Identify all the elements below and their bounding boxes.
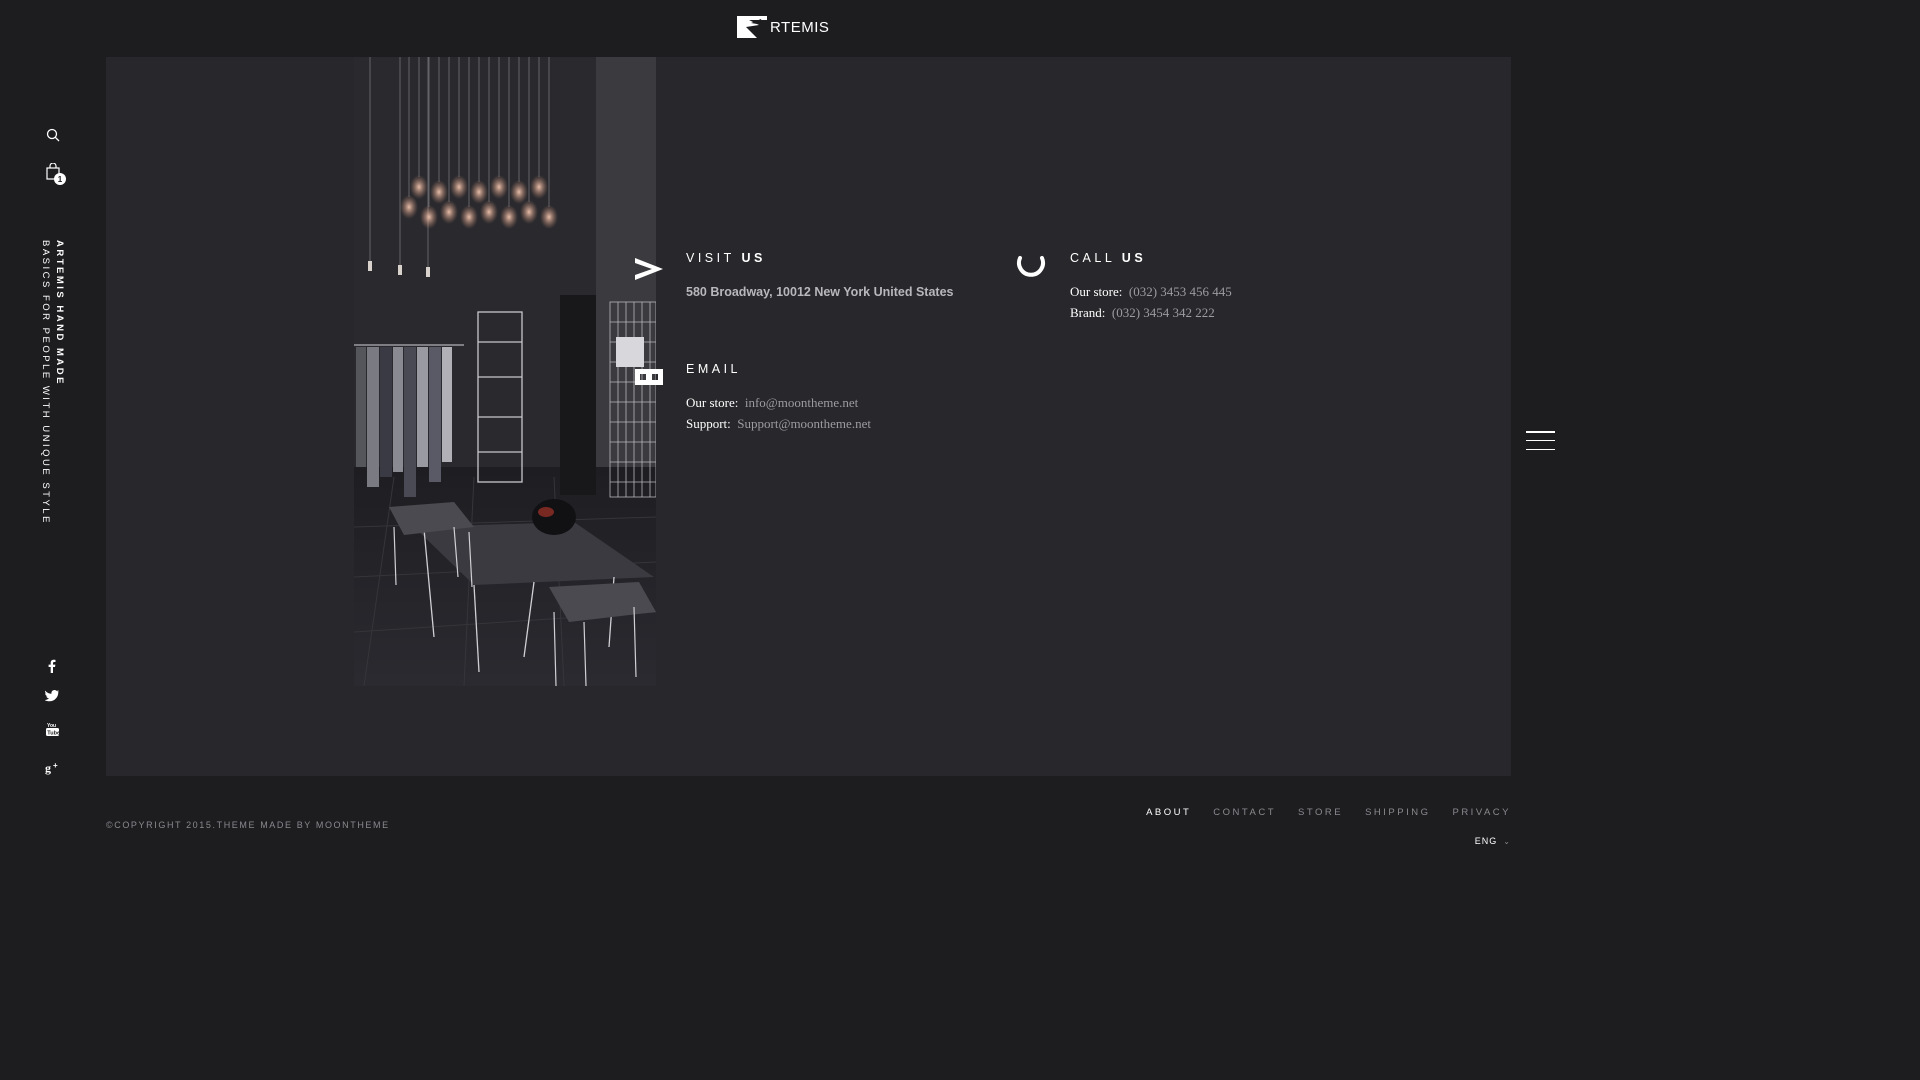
call-title-light: CALL	[1070, 251, 1115, 265]
store-address: 580 Broadway, 10012 New York United Stat…	[686, 285, 954, 299]
svg-text:g: g	[45, 761, 51, 775]
menu-line	[1526, 439, 1555, 442]
menu-hamburger-icon[interactable]	[1526, 431, 1555, 450]
email-support-line: Support: Support@moontheme.net	[686, 416, 871, 432]
call-brand-line: Brand: (032) 3454 342 222	[1070, 305, 1215, 321]
menu-line	[1526, 431, 1555, 433]
youtube-icon[interactable]: You Tube	[44, 721, 60, 737]
logo-text: RTEMIS	[770, 18, 830, 36]
call-store-phone[interactable]: (032) 3453 456 445	[1129, 284, 1232, 299]
footer-link-store[interactable]: STORE	[1298, 807, 1343, 818]
email-title: EMAIL	[686, 362, 742, 376]
logo-mark-icon	[737, 16, 767, 38]
call-brand-phone[interactable]: (032) 3454 342 222	[1112, 305, 1215, 320]
footer-link-contact[interactable]: CONTACT	[1213, 807, 1276, 818]
copyright-text: ©COPYRIGHT 2015.THEME MADE BY MOONTHEME	[106, 820, 390, 830]
tagline-text: BASICS FOR PEOPLE WITH UNIQUE STYLE	[40, 240, 51, 525]
cart-count-badge: 1	[54, 173, 66, 185]
twitter-icon[interactable]	[44, 688, 60, 704]
footer-link-shipping[interactable]: SHIPPING	[1365, 807, 1430, 818]
store-interior-photo	[354, 57, 656, 686]
email-store-label: Our store:	[686, 395, 739, 410]
language-selector[interactable]: ENG ⌄	[1475, 836, 1511, 846]
email-store-address[interactable]: info@moontheme.net	[745, 395, 858, 410]
call-store-label: Our store:	[1070, 284, 1123, 299]
svg-text:+: +	[53, 761, 58, 770]
language-label: ENG	[1474, 836, 1498, 846]
email-store-line: Our store: info@moontheme.net	[686, 395, 858, 411]
footer-nav: ABOUT CONTACT STORE SHIPPING PRIVACY	[1146, 807, 1511, 818]
footer-link-privacy[interactable]: PRIVACY	[1452, 807, 1511, 818]
call-store-line: Our store: (032) 3453 456 445	[1070, 284, 1232, 300]
call-us-title: CALL US	[1070, 251, 1146, 265]
visit-title-bold: US	[741, 251, 766, 265]
email-support-address[interactable]: Support@moontheme.net	[737, 416, 871, 431]
visit-map-icon	[632, 252, 666, 286]
menu-line	[1526, 448, 1555, 450]
svg-text:Tube: Tube	[47, 731, 59, 737]
site-logo[interactable]: RTEMIS	[737, 16, 829, 38]
email-icon	[632, 360, 666, 394]
footer-link-about[interactable]: ABOUT	[1146, 807, 1191, 818]
facebook-icon[interactable]	[44, 658, 60, 674]
visit-us-title: VISIT US	[686, 251, 766, 265]
brand-tagline: ARTEMIS HAND MADE BASICS FOR PEOPLE WITH…	[38, 240, 66, 525]
call-brand-label: Brand:	[1070, 305, 1106, 320]
visit-title-light: VISIT	[686, 251, 735, 265]
google-plus-icon[interactable]: g +	[44, 759, 60, 775]
call-title-bold: US	[1121, 251, 1147, 265]
email-support-label: Support:	[686, 416, 731, 431]
tagline-strong: ARTEMIS HAND MADE	[54, 240, 65, 386]
chevron-down-icon: ⌄	[1503, 836, 1511, 846]
search-icon[interactable]	[45, 127, 61, 143]
phone-icon	[1014, 249, 1048, 283]
